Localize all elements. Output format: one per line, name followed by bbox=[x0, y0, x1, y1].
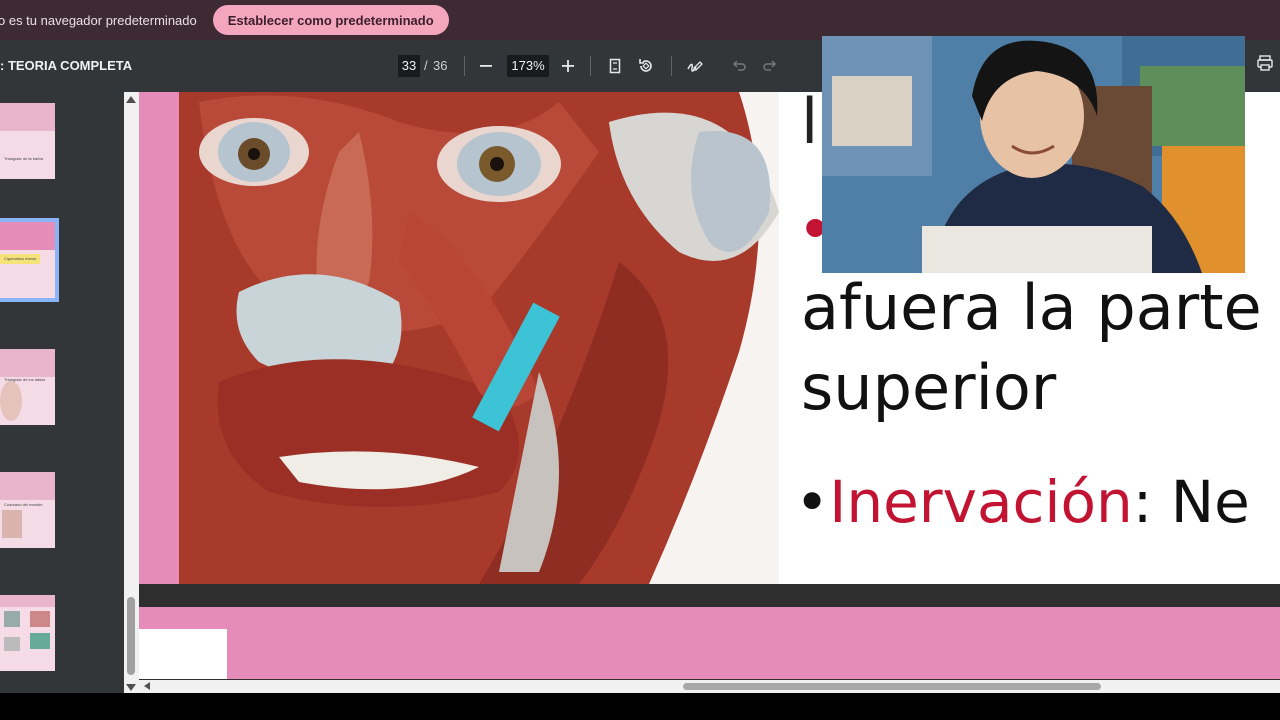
slide-bullet-inervacion: •Inervación: Ne bbox=[795, 468, 1250, 536]
zoom-in-button[interactable] bbox=[556, 54, 580, 78]
zoom-level-input[interactable]: 173% bbox=[507, 55, 549, 77]
pdf-viewer-window: o es tu navegador predeterminado Estable… bbox=[0, 0, 1280, 720]
fit-page-button[interactable] bbox=[603, 54, 627, 78]
toolbar-divider bbox=[671, 56, 672, 76]
toolbar-divider bbox=[464, 56, 465, 76]
bullet-label: Inervación bbox=[829, 468, 1133, 536]
page-thumbnail[interactable] bbox=[0, 595, 55, 671]
slide-text-line: afuera la parte bbox=[801, 271, 1262, 344]
print-icon bbox=[1257, 55, 1273, 71]
redo-icon bbox=[763, 60, 777, 71]
toolbar-divider bbox=[590, 56, 591, 76]
bullet-text: : Ne bbox=[1132, 468, 1250, 536]
minus-icon bbox=[480, 65, 492, 67]
scroll-down-icon[interactable] bbox=[126, 684, 136, 691]
undo-icon bbox=[732, 60, 746, 71]
sidebar-scrollbar[interactable] bbox=[124, 92, 139, 693]
rotate-icon bbox=[639, 59, 652, 72]
fit-page-icon bbox=[609, 58, 621, 74]
thumbnail-sidebar: Triangular de la barba Cigomático menor … bbox=[0, 92, 124, 693]
document-title: : TEORIA COMPLETA bbox=[0, 58, 133, 73]
zoom-out-button[interactable] bbox=[474, 54, 498, 78]
slide-text-fragment: l bbox=[801, 92, 819, 158]
plus-icon bbox=[562, 60, 574, 72]
page-total: 36 bbox=[433, 58, 448, 73]
set-default-button[interactable]: Establecer como predeterminado bbox=[212, 5, 449, 35]
page-thumbnail[interactable]: Cuadrado del mentón bbox=[0, 472, 55, 548]
scroll-left-icon[interactable] bbox=[144, 682, 150, 690]
page-thumbnail[interactable]: Triangular de los labios bbox=[0, 349, 55, 425]
page-thumbnail-selected[interactable]: Cigomático menor bbox=[0, 218, 59, 302]
page-number-input[interactable]: 33 bbox=[398, 55, 420, 77]
next-pdf-page bbox=[139, 607, 1280, 679]
horizontal-scrollbar[interactable] bbox=[139, 680, 1280, 693]
page-thumbnail[interactable]: Triangular de la barba bbox=[0, 103, 55, 179]
scroll-up-icon[interactable] bbox=[126, 96, 136, 103]
slide-accent-strip bbox=[139, 92, 179, 584]
default-browser-infobar: o es tu navegador predeterminado Estable… bbox=[0, 0, 1280, 40]
bottom-bar bbox=[0, 693, 1280, 720]
webcam-overlay bbox=[822, 36, 1245, 273]
draw-button[interactable] bbox=[683, 54, 707, 78]
undo-button[interactable] bbox=[727, 54, 751, 78]
slide-text-line: superior bbox=[801, 351, 1057, 424]
rotate-button[interactable] bbox=[634, 54, 658, 78]
scrollbar-thumb[interactable] bbox=[127, 597, 135, 675]
infobar-message: o es tu navegador predeterminado bbox=[0, 12, 197, 28]
redo-button[interactable] bbox=[758, 54, 782, 78]
horizontal-scrollbar-thumb[interactable] bbox=[683, 683, 1101, 690]
page-separator: / bbox=[424, 58, 428, 73]
draw-icon bbox=[687, 61, 703, 72]
facial-muscles-illustration bbox=[179, 92, 779, 584]
print-button[interactable] bbox=[1256, 54, 1280, 78]
